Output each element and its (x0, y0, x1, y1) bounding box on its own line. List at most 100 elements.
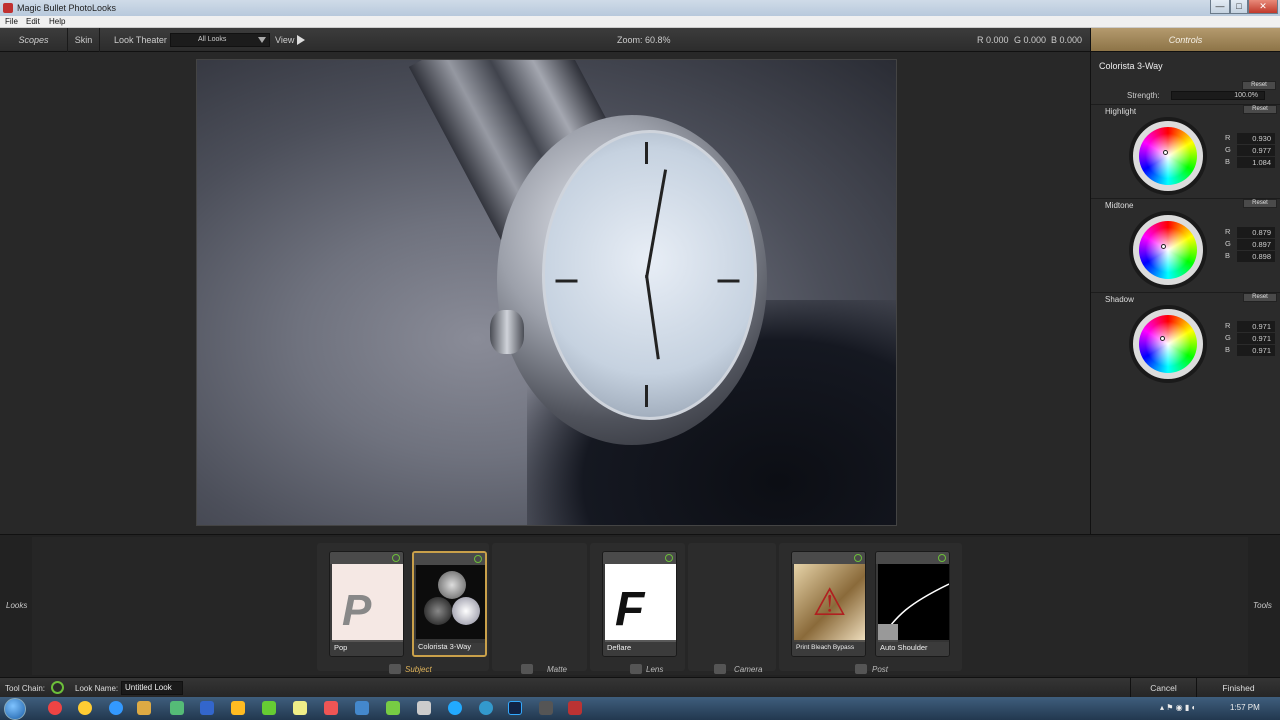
shadow-color-wheel[interactable] (1129, 305, 1207, 383)
section-label-camera: Camera (734, 665, 763, 674)
highlight-wheel-block: Highlight Reset R 0.930 G 0.977 B 1.084 (1091, 104, 1280, 198)
tool-card-name: Deflare (603, 640, 676, 656)
watch-tick (645, 142, 648, 164)
app-icon[interactable] (170, 701, 184, 715)
skype-icon[interactable] (448, 701, 462, 715)
post-icon (855, 664, 867, 674)
opera-icon[interactable] (48, 701, 62, 715)
app-icon[interactable] (324, 701, 338, 715)
finished-button[interactable]: Finished (1196, 678, 1280, 698)
system-tray-icons[interactable]: ▴ ⚑ ◉ ▮ ◐ (1160, 703, 1196, 712)
blue-readout: B 0.000 (1051, 35, 1083, 45)
tool-card-print-bleach[interactable]: ⚠ Print Bleach Bypass (791, 551, 866, 657)
power-icon[interactable] (938, 554, 946, 562)
looks-dropdown[interactable]: All Looks (170, 33, 270, 47)
ie-icon[interactable] (109, 701, 123, 715)
shadow-g-field[interactable]: 0.971 (1237, 333, 1275, 344)
midtone-b-field[interactable]: 0.898 (1237, 251, 1275, 262)
cancel-button[interactable]: Cancel (1130, 678, 1196, 698)
minimize-button[interactable]: — (1210, 0, 1230, 14)
tool-card-pop[interactable]: P Pop (329, 551, 404, 657)
looks-tab[interactable]: Looks (6, 601, 27, 610)
subject-icon (389, 664, 401, 674)
highlight-r-field[interactable]: 0.930 (1237, 133, 1275, 144)
pop-thumbnail: P (332, 564, 403, 642)
reset-button[interactable]: Reset (1243, 293, 1277, 302)
close-button[interactable]: ✕ (1248, 0, 1278, 14)
photoshop-icon[interactable] (508, 701, 522, 715)
highlight-color-wheel[interactable] (1129, 117, 1207, 195)
menu-bar: File Edit Help (0, 16, 1280, 28)
notes-icon[interactable] (293, 701, 307, 715)
play-icon[interactable] (297, 35, 305, 45)
power-icon[interactable] (392, 554, 400, 562)
midtone-g-field[interactable]: 0.897 (1237, 239, 1275, 250)
photolooks-taskbar-icon[interactable] (568, 701, 582, 715)
looks-dropdown-value: All Looks (198, 36, 227, 43)
tool-card-auto-shoulder[interactable]: Auto Shoulder (875, 551, 950, 657)
start-button[interactable] (4, 698, 26, 720)
section-label-lens: Lens (646, 665, 664, 674)
section-matte: Matte (492, 543, 587, 674)
wheel-handle[interactable] (1163, 150, 1168, 155)
tool-chain-power-icon[interactable] (51, 681, 64, 694)
reset-button[interactable]: Reset (1243, 105, 1277, 114)
midtone-color-wheel[interactable] (1129, 211, 1207, 289)
strength-label: Strength: (1127, 91, 1160, 100)
view-label[interactable]: View (275, 35, 294, 45)
app-icon[interactable] (231, 701, 245, 715)
dropdown-arrow-icon (258, 37, 266, 43)
shadow-b-field[interactable]: 0.971 (1237, 345, 1275, 356)
section-label-post: Post (872, 665, 889, 674)
matte-icon (521, 664, 533, 674)
clock: 1:57 PM (1230, 703, 1260, 712)
power-icon[interactable] (474, 555, 482, 563)
tool-card-deflare[interactable]: F Deflare (602, 551, 677, 657)
menu-help[interactable]: Help (49, 17, 65, 26)
power-icon[interactable] (665, 554, 673, 562)
look-name-field[interactable]: Untitled Look (121, 681, 183, 695)
menu-file[interactable]: File (5, 17, 18, 26)
tool-name: Colorista 3-Way (1099, 61, 1163, 71)
preview-image[interactable] (196, 59, 897, 526)
highlight-b-field[interactable]: 1.084 (1237, 157, 1275, 168)
tool-card-name: Auto Shoulder (876, 640, 949, 656)
wheel-handle[interactable] (1161, 244, 1166, 249)
app-icon[interactable] (386, 701, 400, 715)
controls-header: Controls (1091, 28, 1280, 52)
red-readout: R 0.000 (977, 35, 1009, 45)
app-icon[interactable] (417, 701, 431, 715)
word-icon[interactable] (200, 701, 214, 715)
reset-button[interactable]: Reset (1243, 199, 1277, 208)
scopes-button[interactable]: Scopes (0, 28, 68, 52)
tool-card-colorista[interactable]: Colorista 3-Way (412, 551, 487, 657)
highlight-g-field[interactable]: 0.977 (1237, 145, 1275, 156)
reset-button[interactable]: Reset (1242, 81, 1276, 90)
app-icon[interactable] (355, 701, 369, 715)
wheel-label: Highlight (1105, 107, 1137, 116)
midtone-r-field[interactable]: 0.879 (1237, 227, 1275, 238)
wheel-handle[interactable] (1160, 336, 1165, 341)
section-label-matte: Matte (547, 665, 568, 674)
chrome-icon[interactable] (78, 701, 92, 715)
menu-edit[interactable]: Edit (26, 17, 40, 26)
color-wheel (1139, 221, 1197, 279)
strength-slider[interactable]: 100.0% (1171, 91, 1265, 100)
image-viewer (0, 52, 1090, 534)
section-post: ⚠ Print Bleach Bypass Auto Shoulder Post (779, 543, 962, 674)
colorista-thumbnail (416, 565, 485, 643)
maximize-button[interactable]: □ (1230, 0, 1248, 14)
shadow-r-field[interactable]: 0.971 (1237, 321, 1275, 332)
power-icon[interactable] (854, 554, 862, 562)
window-title: Magic Bullet PhotoLooks (17, 3, 117, 13)
skin-button[interactable]: Skin (68, 28, 100, 52)
auto-shoulder-thumbnail (877, 564, 949, 643)
windows-taskbar: ▴ ⚑ ◉ ▮ ◐ 1:57 PM (0, 697, 1280, 720)
curve-icon (877, 583, 949, 643)
print-bleach-thumbnail: ⚠ (794, 564, 865, 642)
app-icon[interactable] (539, 701, 553, 715)
app-icon[interactable] (479, 701, 493, 715)
app-icon[interactable] (262, 701, 276, 715)
tools-tab[interactable]: Tools (1253, 601, 1272, 610)
folder-icon[interactable] (137, 701, 151, 715)
